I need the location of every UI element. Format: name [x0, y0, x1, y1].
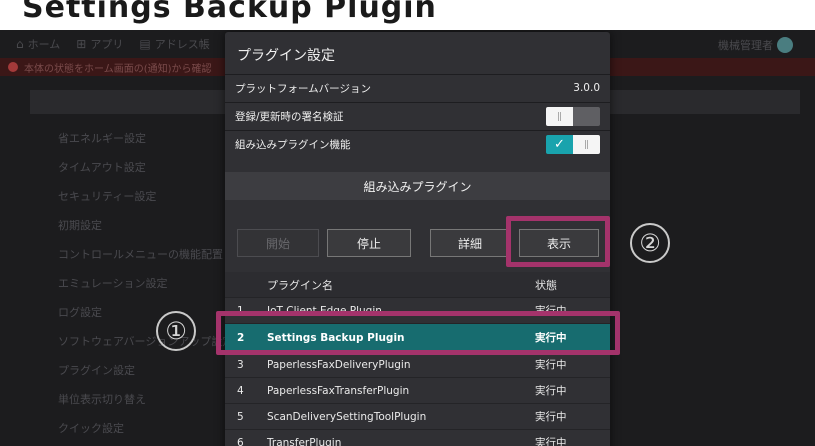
row-number: 4	[237, 384, 244, 397]
home-icon: ⌂	[16, 37, 24, 51]
row-status: 実行中	[535, 437, 567, 446]
builtin-plugin-row: 組み込みプラグイン機能 ✓	[225, 130, 610, 157]
menu-item-initial[interactable]: 初期設定	[58, 211, 233, 240]
highlight-box-selected-row	[216, 311, 620, 355]
annotation-step-one: ①	[156, 311, 196, 351]
address-book-icon: ▤	[139, 37, 151, 51]
device-screen: ⌂ ホーム ⊞ アプリ ▤ アドレス帳 機械管理者 本体の状態をホーム画面の(通…	[0, 30, 815, 446]
apps-grid-icon: ⊞	[76, 37, 87, 51]
builtin-plugin-toggle[interactable]: ✓	[546, 134, 600, 154]
admin-label: 機械管理者	[718, 39, 773, 52]
user-avatar-icon	[777, 37, 793, 53]
signature-check-toggle[interactable]	[546, 106, 600, 126]
row-status: 実行中	[535, 411, 567, 423]
platform-version-label: プラットフォームバージョン	[235, 82, 371, 95]
highlight-box-show-button	[506, 216, 610, 267]
col-status: 状態	[535, 278, 557, 292]
plugin-table-header: プラグイン名 状態	[225, 272, 610, 297]
col-plugin-name: プラグイン名	[267, 278, 333, 292]
page-heading: Settings Backup Plugin	[0, 0, 815, 30]
nav-apps[interactable]: ⊞ アプリ	[76, 36, 123, 52]
row-plugin-name: PaperlessFaxTransferPlugin	[267, 384, 410, 397]
nav-home[interactable]: ⌂ ホーム	[16, 36, 60, 52]
settings-menu: 省エネルギー設定 タイムアウト設定 セキュリティー設定 初期設定 コントロールメ…	[58, 124, 233, 443]
menu-item-quick[interactable]: クイック設定	[58, 414, 233, 443]
nav-address-book[interactable]: ▤ アドレス帳	[139, 36, 209, 52]
menu-item-units[interactable]: 単位表示切り替え	[58, 385, 233, 414]
menu-item-plugin[interactable]: プラグイン設定	[58, 356, 233, 385]
row-plugin-name: PaperlessFaxDeliveryPlugin	[267, 358, 411, 371]
menu-item-log[interactable]: ログ設定	[58, 298, 233, 327]
row-plugin-name: TransferPlugin	[267, 436, 342, 446]
menu-item-control-menu[interactable]: コントロールメニューの機能配置	[58, 240, 233, 269]
row-status: 実行中	[535, 359, 567, 371]
admin-indicator[interactable]: 機械管理者	[718, 37, 793, 53]
menu-item-emulation[interactable]: エミュレーション設定	[58, 269, 233, 298]
signature-check-row: 登録/更新時の署名検証	[225, 102, 610, 129]
dialog-title: プラグイン設定	[237, 48, 335, 64]
page-heading-text: Settings Backup Plugin	[22, 0, 437, 25]
row-plugin-name: ScanDeliverySettingToolPlugin	[267, 410, 427, 423]
table-row[interactable]: 5 ScanDeliverySettingToolPlugin 実行中	[225, 403, 610, 429]
platform-version-row: プラットフォームバージョン 3.0.0	[225, 74, 610, 101]
stop-button[interactable]: 停止	[327, 229, 411, 257]
menu-item-timeout[interactable]: タイムアウト設定	[58, 153, 233, 182]
toggle-grip-icon	[585, 139, 588, 149]
table-row[interactable]: 4 PaperlessFaxTransferPlugin 実行中	[225, 377, 610, 403]
toggle-track	[573, 106, 600, 126]
toggle-knob	[546, 106, 573, 126]
annotation-step-two: ②	[630, 223, 670, 263]
start-button[interactable]: 開始	[237, 229, 319, 257]
menu-item-security[interactable]: セキュリティー設定	[58, 182, 233, 211]
toggle-grip-icon	[558, 111, 561, 121]
toggle-knob	[573, 134, 600, 154]
builtin-plugins-section-title: 組み込みプラグイン	[225, 172, 610, 200]
menu-item-energy[interactable]: 省エネルギー設定	[58, 124, 233, 153]
builtin-plugin-label: 組み込みプラグイン機能	[235, 138, 351, 151]
checkmark-icon: ✓	[546, 134, 573, 154]
row-number: 6	[237, 436, 244, 446]
row-number: 5	[237, 410, 244, 423]
alert-text: 本体の状態をホーム画面の(通知)から確認	[24, 63, 212, 75]
row-number: 3	[237, 358, 244, 371]
table-row[interactable]: 6 TransferPlugin 実行中	[225, 429, 610, 446]
nav-apps-label: アプリ	[90, 38, 124, 51]
menu-item-software-update[interactable]: ソフトウェアバージョンアップ設定	[58, 327, 233, 356]
platform-version-value: 3.0.0	[573, 82, 600, 94]
row-status: 実行中	[535, 385, 567, 397]
nav-home-label: ホーム	[27, 38, 61, 51]
alert-icon	[8, 62, 18, 72]
nav-address-book-label: アドレス帳	[154, 38, 210, 51]
signature-check-label: 登録/更新時の署名検証	[235, 110, 344, 123]
details-button[interactable]: 詳細	[430, 229, 510, 257]
